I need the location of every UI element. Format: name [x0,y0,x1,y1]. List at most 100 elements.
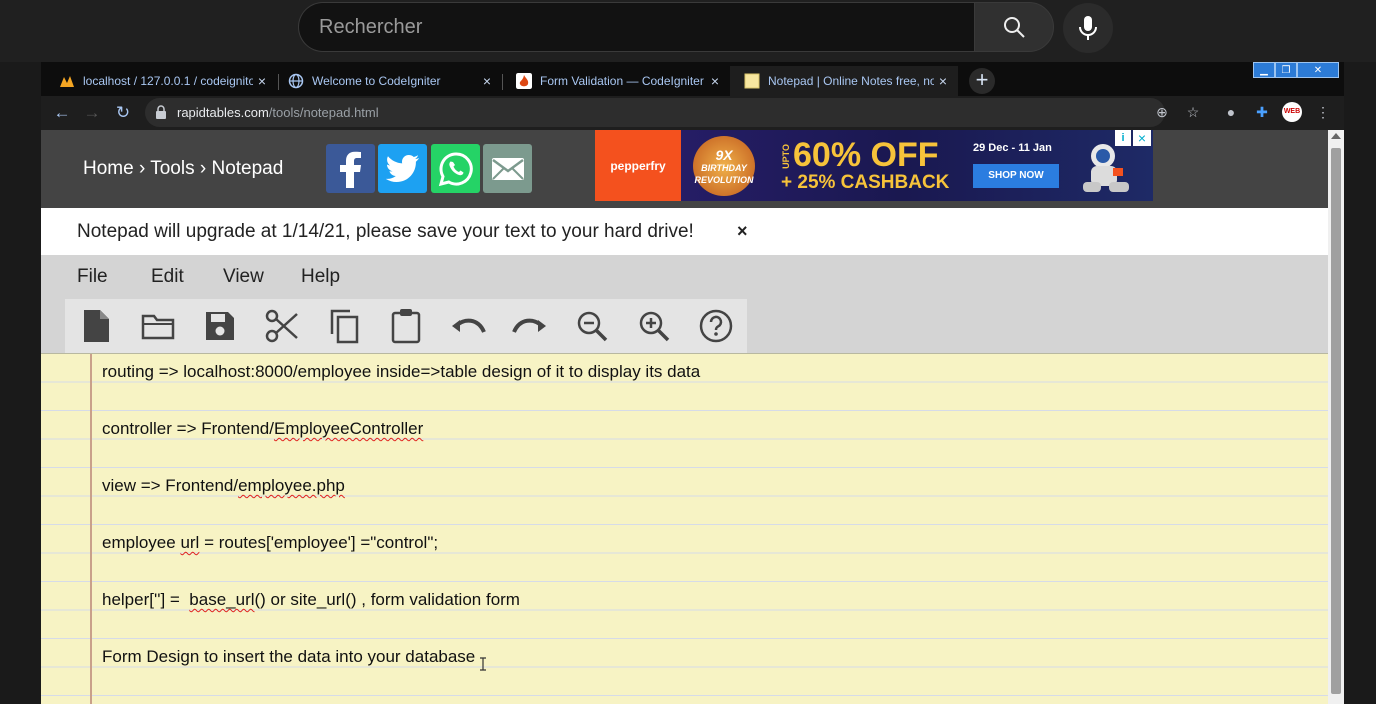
address-bar[interactable]: rapidtables.com/tools/notepad.html [145,98,1165,127]
whatsapp-icon [438,151,473,186]
upgrade-notice: Notepad will upgrade at 1/14/21, please … [41,208,1328,255]
forward-arrow-icon[interactable]: → [81,102,103,124]
text-cursor-icon [480,657,486,671]
notice-close-button[interactable]: × [737,221,748,242]
tab-welcome-codeigniter[interactable]: Welcome to CodeIgniter × [274,66,502,96]
whatsapp-share-button[interactable] [431,144,480,193]
zoom-in-button[interactable] [633,305,675,347]
breadcrumb-separator: › [138,158,146,179]
menu-help[interactable]: Help [301,266,340,288]
extension-circle-icon[interactable]: ● [1221,102,1241,122]
tab-label: Form Validation — CodeIgniter 3 [540,74,706,88]
globe-icon [288,73,304,89]
twitter-share-button[interactable] [378,144,427,193]
zoom-icon[interactable]: ⊕ [1152,102,1172,122]
tab-close-icon[interactable]: × [478,73,496,89]
lock-icon [156,105,166,119]
menu-edit[interactable]: Edit [151,266,184,288]
ad-badge-line: BIRTHDAY [701,163,747,173]
notepad-line: routing => localhost:8000/employee insid… [102,362,700,382]
help-button[interactable] [695,305,737,347]
back-arrow-icon[interactable]: ← [51,102,73,124]
line-text: controller => Frontend/ [102,419,274,438]
tab-phpmyadmin[interactable]: localhost / 127.0.0.1 / codeignito × [45,66,277,96]
youtube-search-input[interactable] [299,3,974,51]
menu-file[interactable]: File [77,266,108,288]
line-text: routing => localhost:8000/employee insid… [102,362,701,381]
copy-icon [330,309,359,344]
tab-strip: localhost / 127.0.0.1 / codeignito × Wel… [41,62,1344,96]
breadcrumb-tools[interactable]: Tools [150,158,194,179]
tab-form-validation[interactable]: Form Validation — CodeIgniter 3 × [502,66,730,96]
tab-notepad[interactable]: Notepad | Online Notes free, no × [730,66,958,96]
breadcrumb-current: Notepad [211,158,284,179]
email-icon [491,157,524,180]
line-text: view => Frontend/ [102,476,239,495]
youtube-mic-button[interactable] [1063,3,1113,53]
breadcrumb-home[interactable]: Home [83,158,134,179]
email-share-button[interactable] [483,144,532,193]
twitter-icon [385,154,419,182]
puzzle-icon[interactable]: ✚ [1252,102,1272,122]
cut-button[interactable] [261,305,303,347]
tab-close-icon[interactable]: × [253,73,271,89]
tab-label: Welcome to CodeIgniter [312,74,441,88]
url-host: rapidtables.com [177,105,269,120]
tab-label: localhost / 127.0.0.1 / codeignito [83,74,253,88]
menu-dots-icon[interactable]: ⋮ [1313,102,1333,122]
tab-close-icon[interactable]: × [934,73,952,89]
zoom-in-icon [639,311,670,342]
new-file-button[interactable] [75,305,117,347]
reload-icon[interactable]: ↻ [112,102,134,124]
facebook-share-button[interactable] [326,144,375,193]
page-content: Home › Tools › Notepad pepperfry 9X BIRT… [41,130,1328,704]
notepad-line: view => Frontend/employee.php [102,476,345,496]
advertisement-banner[interactable]: pepperfry 9X BIRTHDAY REVOLUTION UPTO 60… [595,130,1153,201]
search-icon [1004,17,1025,38]
ad-info-icon[interactable]: i [1115,130,1131,146]
zoom-out-button[interactable] [571,305,613,347]
page-scrollbar[interactable] [1328,130,1344,704]
url-text: rapidtables.com/tools/notepad.html [177,105,379,120]
phpmyadmin-icon [60,76,74,87]
new-tab-button[interactable]: + [969,68,995,94]
line-text: Form Design to insert the data into your… [102,647,476,666]
zoom-out-icon [577,311,608,342]
close-window-button[interactable]: ✕ [1297,62,1339,78]
youtube-search-box[interactable] [298,2,974,52]
site-header: Home › Tools › Notepad pepperfry 9X BIRT… [41,130,1328,208]
mic-icon [1079,16,1097,40]
tab-close-icon[interactable]: × [706,73,724,89]
star-icon[interactable]: ☆ [1183,102,1203,122]
ad-close-icon[interactable]: × [1133,130,1151,146]
save-button[interactable] [199,305,241,347]
scissors-icon [265,309,298,343]
browser-toolbar: ← → ↻ rapidtables.com/tools/notepad.html… [41,96,1344,130]
save-icon [206,312,234,340]
ad-offer-text: 60% OFF [793,136,939,174]
minimize-button[interactable]: ▁ [1253,62,1275,78]
clipboard-icon [391,309,421,344]
restore-button[interactable]: ❐ [1275,62,1297,78]
notepad-icon [744,73,760,89]
copy-button[interactable] [323,305,365,347]
notepad-line: Form Design to insert the data into your… [102,647,475,667]
ad-shop-now-button[interactable]: SHOP NOW [973,164,1059,188]
misspelled-word: base_url [189,590,255,609]
redo-icon [512,318,546,333]
breadcrumb: Home › Tools › Notepad [83,158,283,180]
menu-view[interactable]: View [223,266,264,288]
scroll-up-arrow-icon[interactable] [1331,133,1341,139]
profile-avatar[interactable]: WEB [1282,102,1302,122]
notepad-line: controller => Frontend/EmployeeControlle… [102,419,423,439]
undo-button[interactable] [447,305,489,347]
misspelled-word: url [180,533,200,552]
notepad-text-area[interactable]: routing => localhost:8000/employee insid… [41,353,1328,704]
redo-button[interactable] [509,305,551,347]
paste-button[interactable] [385,305,427,347]
youtube-search-button[interactable] [974,2,1054,52]
line-text: helper[''] = [102,590,190,609]
ad-upto-text: UPTO [781,144,791,169]
open-folder-button[interactable] [137,305,179,347]
scrollbar-thumb[interactable] [1331,148,1341,694]
